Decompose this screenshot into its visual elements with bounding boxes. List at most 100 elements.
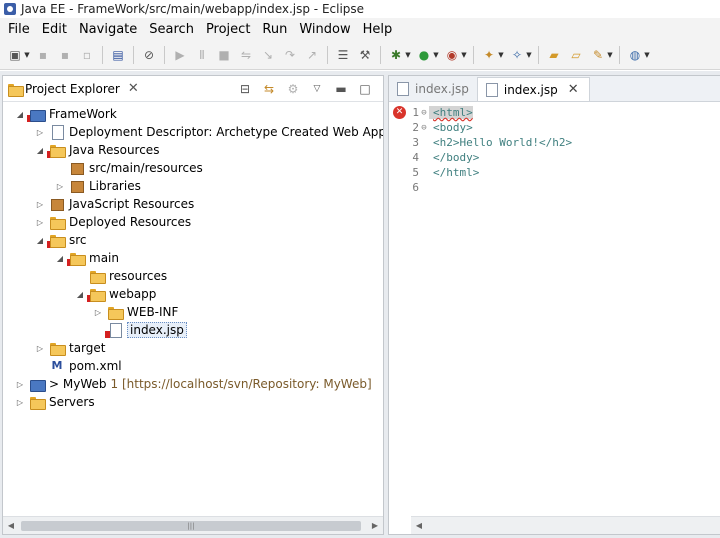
debug-icon[interactable]: ✱ <box>388 47 404 63</box>
save-all-icon[interactable]: ▪ <box>57 47 73 63</box>
tree-item-web-inf[interactable]: ▷ WEB-INF <box>93 303 178 321</box>
tree-item-deployment-descriptor[interactable]: ▷ Deployment Descriptor: Archetype Creat… <box>35 123 383 141</box>
debug-dropdown-icon[interactable]: ▼ <box>405 47 411 63</box>
tree-item-resources[interactable]: resources <box>75 267 167 285</box>
close-icon[interactable]: ✕ <box>128 81 139 96</box>
tree-item-webapp[interactable]: ◢ webapp <box>75 285 156 303</box>
print-icon[interactable]: ▫ <box>79 47 95 63</box>
resume-icon[interactable]: ▶ <box>172 47 188 63</box>
fold-icon[interactable]: ⊖ <box>419 123 429 133</box>
expand-icon[interactable]: ▷ <box>15 379 25 389</box>
tree-item-index-jsp[interactable]: index.jsp <box>93 321 187 339</box>
collapse-icon[interactable]: ◢ <box>35 145 45 155</box>
close-icon[interactable]: ✕ <box>568 82 579 97</box>
console-icon[interactable]: ▤ <box>110 47 126 63</box>
menu-bar: File Edit Navigate Search Project Run Wi… <box>0 18 720 40</box>
scroll-right-icon[interactable]: ▶ <box>367 521 383 530</box>
tree-item-main[interactable]: ◢ main <box>55 249 119 267</box>
fold-icon[interactable]: ⊖ <box>419 108 429 118</box>
tree-item-servers[interactable]: ▷ Servers <box>15 393 95 411</box>
expand-icon[interactable]: ▷ <box>35 199 45 209</box>
scroll-thumb[interactable]: ||| <box>21 520 361 531</box>
editor-tab-bar: index.jsp index.jsp ✕ <box>389 76 720 102</box>
maximize-icon[interactable]: □ <box>357 81 373 97</box>
error-icon[interactable]: ✕ <box>393 106 406 119</box>
open-folder-icon[interactable]: ▱ <box>568 47 584 63</box>
suspend-icon[interactable]: Ⅱ <box>194 47 210 63</box>
expand-icon[interactable]: ▷ <box>35 343 45 353</box>
terminate-icon[interactable]: ■ <box>216 47 232 63</box>
libraries-icon <box>69 179 85 193</box>
new-class-icon[interactable]: ✧ <box>509 47 525 63</box>
servers-folder-icon <box>29 395 46 410</box>
search-dropdown-icon[interactable]: ▼ <box>607 47 613 63</box>
new-icon[interactable]: ▣ <box>7 47 23 63</box>
scroll-track[interactable]: ||| <box>19 520 367 532</box>
step-return-icon[interactable]: ↗ <box>304 47 320 63</box>
tab-index-jsp-2[interactable]: index.jsp ✕ <box>476 77 590 101</box>
menu-help[interactable]: Help <box>357 22 399 37</box>
main-toolbar: ▣ ▼ ▪ ▪ ▫ ▤ ⊘ ▶ Ⅱ ■ ⇋ ↘ ↷ ↗ ☰ ⚒ ✱ ▼ ● ▼ … <box>0 40 720 70</box>
menu-file[interactable]: File <box>2 22 36 37</box>
tree-item-deployed-resources[interactable]: ▷ Deployed Resources <box>35 213 191 231</box>
search-icon[interactable]: ✎ <box>590 47 606 63</box>
tree-item-label: src/main/resources <box>89 161 203 175</box>
focus-icon[interactable]: ⚙ <box>285 81 301 97</box>
step-into-icon[interactable]: ↘ <box>260 47 276 63</box>
expand-icon[interactable]: ▷ <box>55 181 65 191</box>
view-menu-icon[interactable]: ▽ <box>309 81 325 97</box>
minimize-icon[interactable]: ▬ <box>333 81 349 97</box>
collapse-icon[interactable]: ◢ <box>75 289 85 299</box>
tree-item-myweb[interactable]: ▷ > MyWeb 1 [https://localhost/svn/Repos… <box>15 375 372 393</box>
tasks-icon[interactable]: ☰ <box>335 47 351 63</box>
web-browser-icon[interactable]: ◍ <box>627 47 643 63</box>
expand-icon[interactable]: ▷ <box>93 307 103 317</box>
scroll-left-icon[interactable]: ◀ <box>411 521 427 530</box>
skip-breakpoints-icon[interactable]: ⊘ <box>141 47 157 63</box>
title-bar: Java EE - FrameWork/src/main/webapp/inde… <box>0 0 720 18</box>
scroll-left-icon[interactable]: ◀ <box>3 521 19 530</box>
collapse-all-icon[interactable]: ⊟ <box>237 81 253 97</box>
new-class-dropdown-icon[interactable]: ▼ <box>526 47 532 63</box>
menu-project[interactable]: Project <box>200 22 256 37</box>
tools-icon[interactable]: ⚒ <box>357 47 373 63</box>
tree-item-java-resources[interactable]: ◢ Java Resources <box>35 141 159 159</box>
menu-window[interactable]: Window <box>293 22 356 37</box>
horizontal-scrollbar[interactable]: ◀ ||| ▶ <box>3 516 383 534</box>
tree-item-pom-xml[interactable]: M pom.xml <box>35 357 122 375</box>
editor-horizontal-scrollbar[interactable]: ◀ <box>411 516 720 534</box>
tree-item-src[interactable]: ◢ src <box>35 231 87 249</box>
step-over-icon[interactable]: ↷ <box>282 47 298 63</box>
tree-item-javascript-resources[interactable]: ▷ JavaScript Resources <box>35 195 194 213</box>
new-server-icon[interactable]: ✦ <box>481 47 497 63</box>
expand-icon[interactable]: ▷ <box>35 127 45 137</box>
menu-edit[interactable]: Edit <box>36 22 73 37</box>
open-type-icon[interactable]: ▰ <box>546 47 562 63</box>
menu-search[interactable]: Search <box>143 22 200 37</box>
run-icon[interactable]: ● <box>416 47 432 63</box>
new-dropdown-icon[interactable]: ▼ <box>24 47 30 63</box>
collapse-icon[interactable]: ◢ <box>55 253 65 263</box>
collapse-icon[interactable]: ◢ <box>15 109 25 119</box>
external-tools-icon[interactable]: ◉ <box>444 47 460 63</box>
disconnect-icon[interactable]: ⇋ <box>238 47 254 63</box>
expand-icon[interactable]: ▷ <box>15 397 25 407</box>
collapse-icon[interactable]: ◢ <box>35 235 45 245</box>
save-icon[interactable]: ▪ <box>35 47 51 63</box>
tree-item-framework[interactable]: ◢ FrameWork <box>15 105 117 123</box>
tree-item-src-main-resources[interactable]: src/main/resources <box>55 159 203 177</box>
external-tools-dropdown-icon[interactable]: ▼ <box>461 47 467 63</box>
code-editor[interactable]: ✕ 1 ⊖ <html> 2 ⊖ <body> 3 <h2>Hello Worl… <box>389 103 719 516</box>
tab-project-explorer[interactable]: Project Explorer ✕ <box>3 76 143 102</box>
tab-index-jsp-1[interactable]: index.jsp <box>389 77 477 101</box>
link-with-editor-icon[interactable]: ⇆ <box>261 81 277 97</box>
web-browser-dropdown-icon[interactable]: ▼ <box>644 47 650 63</box>
error-marker[interactable]: ✕ <box>389 105 409 120</box>
menu-navigate[interactable]: Navigate <box>73 22 143 37</box>
menu-run[interactable]: Run <box>256 22 293 37</box>
tree-item-libraries[interactable]: ▷ Libraries <box>55 177 141 195</box>
new-server-dropdown-icon[interactable]: ▼ <box>498 47 504 63</box>
run-dropdown-icon[interactable]: ▼ <box>433 47 439 63</box>
expand-icon[interactable]: ▷ <box>35 217 45 227</box>
tree-item-target[interactable]: ▷ target <box>35 339 106 357</box>
